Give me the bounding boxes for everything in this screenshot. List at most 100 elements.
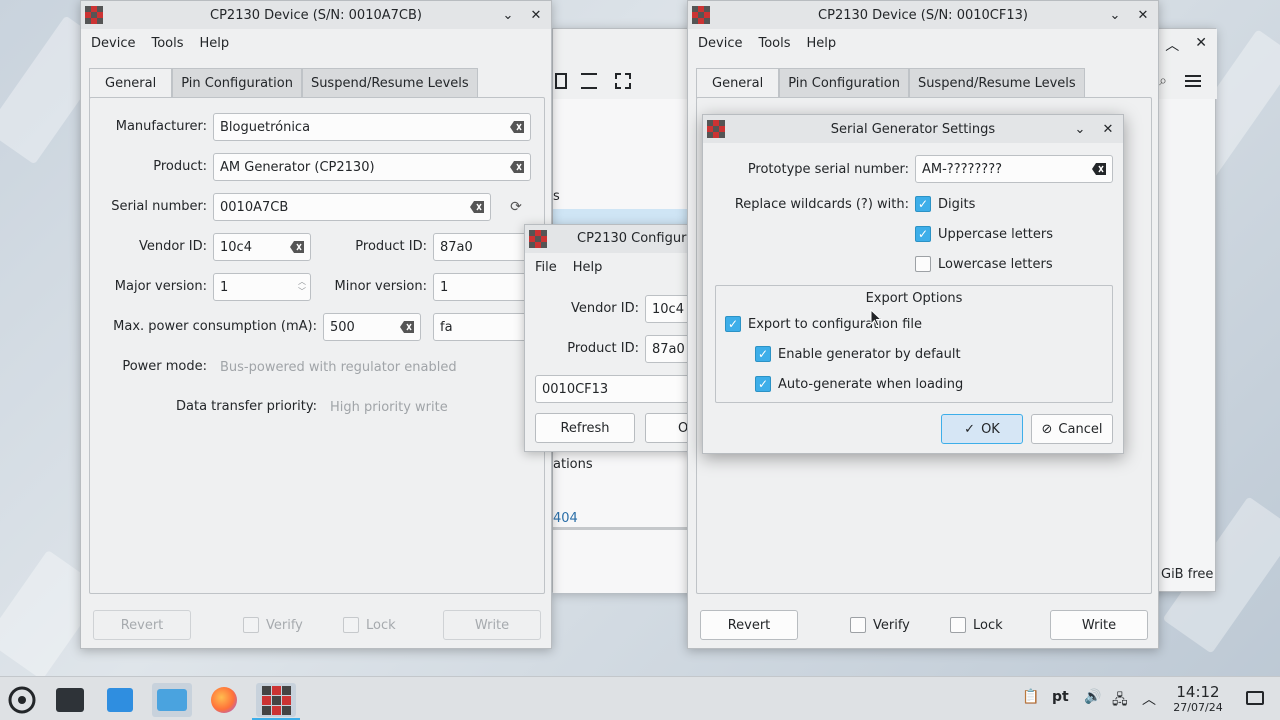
search-icon[interactable]: ⌕ <box>1159 73 1167 89</box>
write-button[interactable]: Write <box>443 610 541 640</box>
vendor-id-field[interactable]: 10c4 <box>213 233 311 261</box>
transfer-priority-select[interactable]: High priority write <box>323 393 531 421</box>
hamburger-menu-icon[interactable] <box>1185 75 1201 87</box>
manufacturer-field[interactable]: Bloguetrónica <box>213 113 531 141</box>
tab-suspend-resume[interactable]: Suspend/Resume Levels <box>301 68 478 98</box>
clear-icon[interactable] <box>510 121 524 133</box>
menu-file[interactable]: File <box>527 260 565 275</box>
lowercase-checkbox[interactable]: Lowercase letters <box>915 256 1053 272</box>
menu-tools[interactable]: Tools <box>143 36 191 51</box>
clear-icon[interactable] <box>470 201 484 213</box>
network-icon[interactable]: 🖧 <box>1112 689 1128 713</box>
tab-pin-configuration[interactable]: Pin Configuration <box>172 68 302 98</box>
tab-general[interactable]: General <box>89 68 173 98</box>
product-field[interactable]: AM Generator (CP2130) <box>213 153 531 181</box>
minimize-icon[interactable]: ⌄ <box>501 8 515 23</box>
prototype-serial-field[interactable]: AM-???????? <box>915 155 1113 183</box>
expand-tray-icon[interactable]: ︿ <box>1142 689 1156 709</box>
ok-button[interactable]: ✓ OK <box>941 414 1023 444</box>
maximize-icon[interactable]: ︿ <box>1165 35 1179 55</box>
usage-bar <box>553 527 689 530</box>
clear-icon[interactable] <box>400 321 414 333</box>
app-icon <box>707 120 725 138</box>
tree-view-icon[interactable] <box>615 73 631 89</box>
enable-generator-checkbox[interactable]: ✓ Enable generator by default <box>755 346 961 362</box>
spin-arrows-icon[interactable]: ︿ ﹀ <box>298 277 306 297</box>
verify-checkbox[interactable]: Verify <box>850 617 910 633</box>
lock-checkbox[interactable]: Lock <box>950 617 1003 633</box>
max-power-label: Max. power consumption (mA): <box>113 319 317 334</box>
close-icon[interactable]: ✕ <box>529 8 543 23</box>
max-power-hex-value: fa <box>440 319 453 335</box>
show-desktop-icon[interactable] <box>1246 691 1264 705</box>
clock[interactable]: 14:12 27/07/24 <box>1166 683 1230 714</box>
refresh-button[interactable]: Refresh <box>535 413 635 443</box>
check-icon: ✓ <box>725 316 741 332</box>
checkbox-box <box>850 617 866 633</box>
configurator-window: CP2130 Configurat File Help Vendor ID: 1… <box>524 224 694 452</box>
detailed-view-icon[interactable] <box>581 73 597 89</box>
menu-device[interactable]: Device <box>83 36 143 51</box>
vendor-id-label: Vendor ID: <box>570 301 639 316</box>
clipboard-icon[interactable]: 📋 <box>1022 689 1039 705</box>
max-power-field[interactable]: 500 <box>323 313 421 341</box>
vendor-id-value: 10c4 <box>220 239 252 255</box>
minimize-icon[interactable]: ⌄ <box>1108 8 1122 23</box>
power-mode-select[interactable]: Bus-powered with regulator enabled <box>213 353 531 381</box>
view-icons-icon[interactable] <box>555 73 567 89</box>
tab-pin-configuration[interactable]: Pin Configuration <box>779 68 909 98</box>
left-titlebar[interactable]: CP2130 Device (S/N: 0010A7CB) ⌄ ✕ <box>81 1 551 29</box>
menu-tools[interactable]: Tools <box>750 36 798 51</box>
uppercase-checkbox[interactable]: ✓ Uppercase letters <box>915 226 1053 242</box>
firefox-icon[interactable] <box>204 683 244 717</box>
generate-serial-button[interactable]: ⟳ <box>503 194 529 220</box>
serial-field[interactable]: 0010A7CB <box>213 193 491 221</box>
menu-help[interactable]: Help <box>799 36 845 51</box>
dialog-titlebar[interactable]: Serial Generator Settings ⌄ ✕ <box>703 115 1123 143</box>
vendor-id-value: 10c4 <box>652 301 684 317</box>
revert-button[interactable]: Revert <box>700 610 798 640</box>
taskbar: 📋 pt 🔊 🖧 ︿ 14:12 27/07/24 <box>0 676 1280 720</box>
tab-general[interactable]: General <box>696 68 780 98</box>
prototype-serial-value: AM-???????? <box>922 161 1002 177</box>
file-manager-icon[interactable] <box>152 683 192 717</box>
volume-icon[interactable]: 🔊 <box>1084 689 1101 705</box>
system-settings-icon[interactable] <box>50 683 90 717</box>
clear-icon[interactable] <box>1092 163 1106 175</box>
cancel-button[interactable]: ⊘ Cancel <box>1031 414 1113 444</box>
menu-help[interactable]: Help <box>565 260 611 275</box>
configurator-titlebar[interactable]: CP2130 Configurat <box>525 225 693 253</box>
discover-store-icon[interactable] <box>100 683 140 717</box>
vendor-id-label: Vendor ID: <box>138 239 207 254</box>
clear-icon[interactable] <box>290 241 304 253</box>
verify-checkbox[interactable]: Verify <box>243 617 303 633</box>
revert-button[interactable]: Revert <box>93 610 191 640</box>
close-icon[interactable]: ✕ <box>1136 8 1150 23</box>
tab-suspend-resume[interactable]: Suspend/Resume Levels <box>908 68 1085 98</box>
serial-list-item[interactable]: 0010CF13 <box>535 375 693 403</box>
minor-version-value: 1 <box>440 279 449 295</box>
window-title: CP2130 Configurat <box>577 231 694 246</box>
write-button[interactable]: Write <box>1050 610 1148 640</box>
clear-icon[interactable] <box>510 161 524 173</box>
major-version-spinbox[interactable]: 1 ︿ ﹀ <box>213 273 311 301</box>
right-titlebar[interactable]: CP2130 Device (S/N: 0010CF13) ⌄ ✕ <box>688 1 1158 29</box>
digits-checkbox[interactable]: ✓ Digits <box>915 196 975 212</box>
application-launcher-icon[interactable] <box>2 683 42 717</box>
auto-generate-checkbox[interactable]: ✓ Auto-generate when loading <box>755 376 963 392</box>
lock-checkbox[interactable]: Lock <box>343 617 396 633</box>
close-icon[interactable]: ✕ <box>1195 35 1207 55</box>
fragment-404: 404 <box>553 511 578 526</box>
transfer-priority-label: Data transfer priority: <box>176 399 317 414</box>
minimize-icon[interactable]: ⌄ <box>1073 122 1087 137</box>
export-to-file-checkbox[interactable]: ✓ Export to configuration file <box>725 316 922 332</box>
auto-generate-label: Auto-generate when loading <box>778 376 964 392</box>
close-icon[interactable]: ✕ <box>1101 122 1115 137</box>
cp2130-app-icon[interactable] <box>256 683 296 717</box>
menu-help[interactable]: Help <box>192 36 238 51</box>
keyboard-layout[interactable]: pt <box>1052 689 1069 705</box>
menu-device[interactable]: Device <box>690 36 750 51</box>
menubar: Device Tools Help <box>688 29 1158 57</box>
power-mode-value: Bus-powered with regulator enabled <box>220 359 457 375</box>
serial-generator-dialog: Serial Generator Settings ⌄ ✕ Prototype … <box>702 114 1124 454</box>
